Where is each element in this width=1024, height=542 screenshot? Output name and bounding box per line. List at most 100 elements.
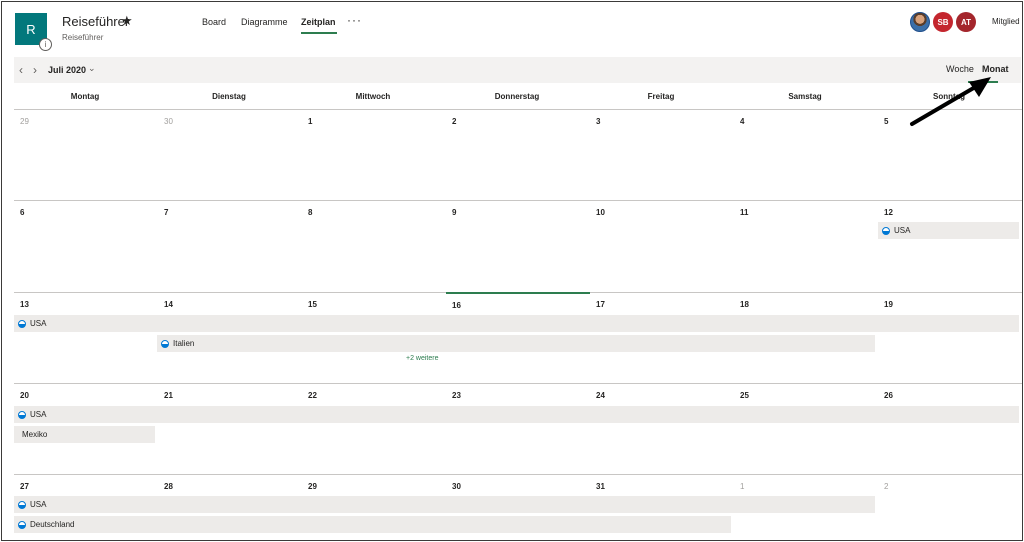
event-bar-usa[interactable]: USA [14, 315, 1019, 332]
date-number: 21 [164, 391, 173, 400]
date-number: 24 [596, 391, 605, 400]
date-number: 1 [308, 117, 313, 126]
app-frame: R i Reiseführer ★ Reiseführer Board Diag… [1, 1, 1023, 541]
event-bar-usa[interactable]: USA [14, 496, 875, 513]
day-cell[interactable]: 22 [302, 383, 446, 474]
day-cell[interactable]: 4 [734, 110, 878, 201]
day-cell[interactable]: 29 [14, 110, 158, 201]
tab-diagramme[interactable]: Diagramme [241, 17, 288, 27]
active-tab-indicator [301, 32, 337, 34]
event-title: Italien [173, 339, 195, 348]
annotation-arrow-icon [910, 77, 991, 126]
flag-icon [161, 339, 169, 348]
members-button[interactable]: Mitglied [992, 17, 1020, 26]
avatar-sb[interactable]: SB [933, 12, 953, 32]
day-cell[interactable]: 13 [14, 292, 158, 383]
month-picker[interactable]: Juli 2020 [48, 65, 86, 75]
day-cell[interactable]: 23 [446, 383, 590, 474]
flag-icon [18, 410, 26, 419]
date-number: 27 [20, 482, 29, 491]
date-number: 10 [596, 208, 605, 217]
flag-icon [882, 226, 890, 235]
date-number: 22 [308, 391, 317, 400]
avatar-photo[interactable] [910, 12, 930, 32]
previous-month-icon[interactable]: ‹ [19, 63, 23, 77]
event-bar-deutschland[interactable]: Deutschland [14, 516, 731, 533]
day-cell[interactable]: 12 [878, 200, 1022, 291]
day-header-donnerstag: Donnerstag [494, 92, 540, 101]
date-number: 6 [20, 208, 25, 217]
event-title: Mexiko [22, 430, 48, 439]
flag-icon [18, 500, 26, 509]
event-bar-mexiko[interactable]: Mexiko [14, 426, 155, 443]
date-number: 8 [308, 208, 313, 217]
next-month-icon[interactable]: › [33, 63, 37, 77]
plan-subtitle[interactable]: Reiseführer [62, 33, 103, 42]
day-cell[interactable]: 25 [734, 383, 878, 474]
date-number: 12 [884, 208, 893, 217]
date-number: 25 [740, 391, 749, 400]
date-number: 17 [596, 300, 605, 309]
tab-board[interactable]: Board [202, 17, 226, 27]
plan-tile-letter: R [26, 21, 36, 37]
date-number: 31 [596, 482, 605, 491]
day-cell[interactable]: 10 [590, 200, 734, 291]
day-cell[interactable]: 26 [878, 383, 1022, 474]
month-grid: 29 30 1 2 3 4 5 6 7 8 9 10 11 12 13 14 1… [14, 110, 1022, 540]
day-header-freitag: Freitag [647, 92, 675, 101]
day-header-samstag: Samstag [788, 92, 822, 101]
date-number: 3 [596, 117, 601, 126]
info-icon[interactable]: i [39, 38, 52, 51]
plan-title[interactable]: Reiseführer [62, 14, 129, 29]
tab-zeitplan[interactable]: Zeitplan [301, 17, 336, 27]
flag-icon [18, 520, 26, 529]
day-header-mittwoch: Mittwoch [355, 92, 391, 101]
event-title: USA [30, 319, 47, 328]
event-bar-italien[interactable]: Italien [157, 335, 875, 352]
date-number: 7 [164, 208, 169, 217]
chevron-down-icon[interactable]: ⌄ [88, 63, 96, 74]
event-bar-usa[interactable]: USA [14, 406, 1019, 423]
more-events-link[interactable]: +2 weitere [406, 355, 439, 362]
day-cell[interactable]: 2 [878, 474, 1022, 540]
date-number: 14 [164, 300, 173, 309]
date-number: 18 [740, 300, 749, 309]
date-number: 30 [452, 482, 461, 491]
day-cell[interactable]: 8 [302, 200, 446, 291]
day-cell[interactable]: 3 [590, 110, 734, 201]
day-cell[interactable]: 19 [878, 292, 1022, 383]
day-cell[interactable]: 30 [158, 110, 302, 201]
event-title: USA [894, 226, 911, 235]
avatar-at[interactable]: AT [956, 12, 976, 32]
day-cell[interactable]: 21 [158, 383, 302, 474]
more-options-icon[interactable]: ··· [347, 13, 362, 27]
day-cell[interactable]: 9 [446, 200, 590, 291]
date-number: 2 [452, 117, 457, 126]
date-number: 23 [452, 391, 461, 400]
date-number: 2 [884, 482, 889, 491]
date-number: 1 [740, 482, 745, 491]
day-header-dienstag: Dienstag [212, 92, 246, 101]
date-number: 29 [308, 482, 317, 491]
calendar-toolbar: ‹ › Juli 2020 ⌄ Woche Monat [14, 57, 1021, 83]
day-cell[interactable]: 11 [734, 200, 878, 291]
date-number: 16 [452, 301, 461, 310]
day-cell[interactable]: 7 [158, 200, 302, 291]
date-number: 13 [20, 300, 29, 309]
day-cell[interactable]: 1 [302, 110, 446, 201]
event-bar-usa[interactable]: USA [878, 222, 1019, 239]
day-cell[interactable]: 6 [14, 200, 158, 291]
date-number: 11 [740, 208, 749, 217]
date-number: 19 [884, 300, 893, 309]
date-number: 5 [884, 117, 889, 126]
favorite-star-icon[interactable]: ★ [121, 13, 133, 29]
date-number: 26 [884, 391, 893, 400]
date-number: 28 [164, 482, 173, 491]
date-number: 9 [452, 208, 457, 217]
flag-icon [18, 319, 26, 328]
event-title: Deutschland [30, 520, 75, 529]
day-cell[interactable]: 2 [446, 110, 590, 201]
day-cell[interactable]: 24 [590, 383, 734, 474]
date-number: 4 [740, 117, 745, 126]
date-number: 30 [164, 117, 173, 126]
